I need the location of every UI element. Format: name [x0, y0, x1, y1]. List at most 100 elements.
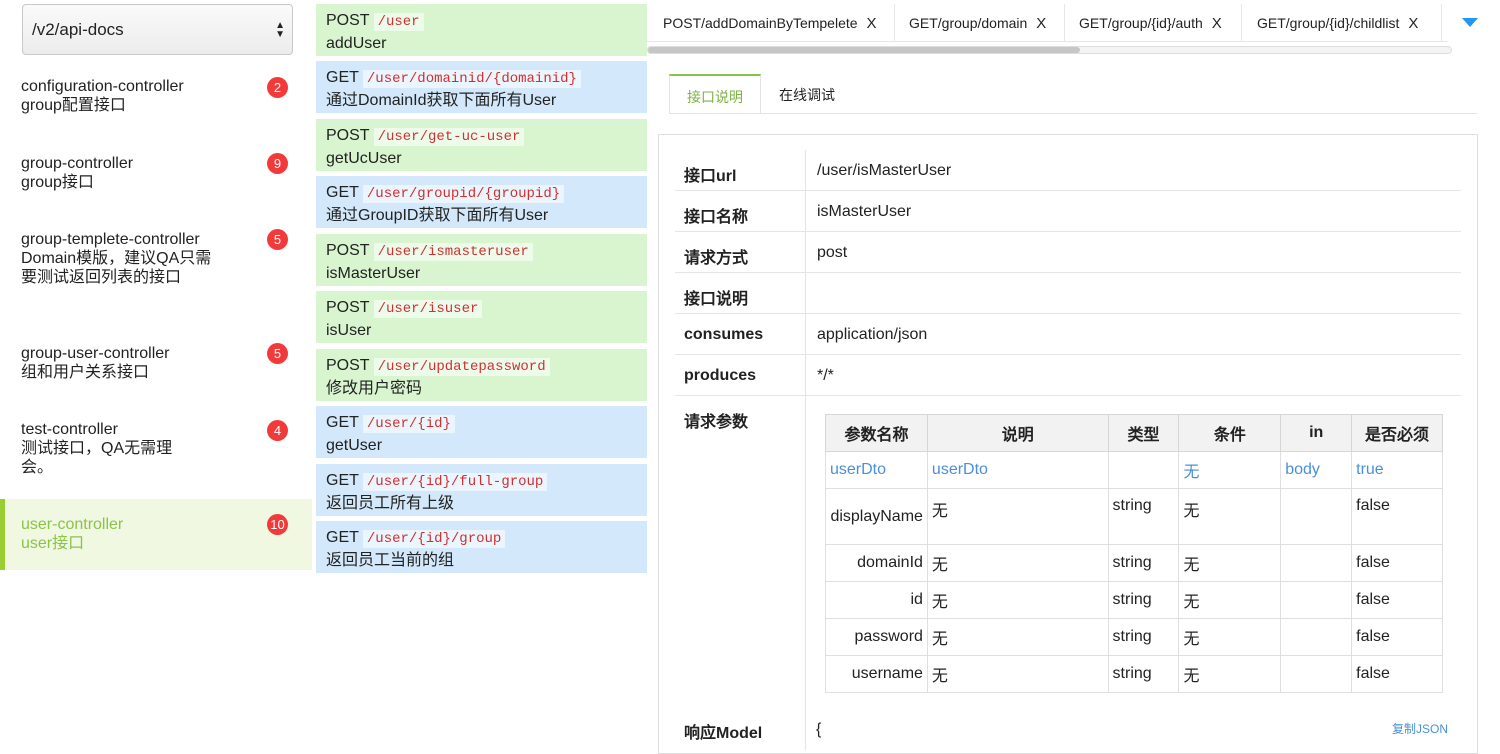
params-table: 参数名称 说明 类型 条件 in 是否必须 userDto userDto 无 … — [825, 414, 1443, 693]
controller-desc: Domain模版，建议QA只需要测试返回列表的接口 — [21, 250, 212, 286]
tab-doc[interactable]: 接口说明 — [669, 74, 761, 114]
scrollbar-thumb[interactable] — [648, 47, 1080, 53]
param-in — [1280, 655, 1353, 693]
param-name: domainId — [825, 544, 928, 582]
api-desc: 返回员工当前的组 — [326, 552, 455, 569]
open-tab-label: GET/group/{id}/childlist — [1257, 15, 1400, 31]
api-item[interactable]: POST/user addUser — [316, 4, 647, 56]
controller-name: group-templete-controller — [21, 231, 200, 248]
table-row: domainId 无 string 无 false — [825, 544, 1443, 582]
param-type — [1107, 451, 1180, 489]
param-required: false — [1351, 544, 1443, 582]
api-path: /user — [373, 13, 424, 31]
api-method: GET — [326, 184, 359, 201]
controller-desc: user接口 — [21, 535, 85, 552]
info-key: produces — [684, 367, 757, 384]
api-path: /user/groupid/{groupid} — [362, 185, 565, 203]
api-method: POST — [326, 12, 370, 29]
api-item[interactable]: GET/user/{id}/full-group 返回员工所有上级 — [316, 464, 647, 516]
api-desc: 修改用户密码 — [326, 380, 423, 397]
param-required: true — [1351, 451, 1443, 489]
close-icon[interactable]: X — [1036, 15, 1046, 32]
api-item[interactable]: POST/user/ismasteruser isMasterUser — [316, 234, 647, 286]
copy-json-link[interactable]: 复制JSON — [1392, 720, 1448, 737]
select-updown-icon: ▲ ▼ — [275, 20, 285, 40]
param-condition: 无 — [1178, 581, 1282, 619]
api-desc: isUser — [326, 322, 372, 339]
table-row[interactable]: userDto userDto 无 body true — [825, 451, 1443, 489]
controller-item-test[interactable]: test-controller 测试接口，QA无需理会。 — [0, 420, 200, 480]
api-item[interactable]: GET/user/{id} getUser — [316, 406, 647, 458]
open-tab[interactable]: GET/group/domain X — [895, 4, 1065, 41]
count-badge: 10 — [267, 514, 288, 535]
param-desc: 无 — [926, 581, 1109, 619]
api-method: GET — [326, 529, 359, 546]
info-key: 接口url — [684, 168, 737, 185]
controller-name: test-controller — [21, 421, 118, 438]
param-condition: 无 — [1178, 451, 1282, 489]
count-badge: 9 — [267, 153, 288, 174]
param-in — [1280, 488, 1353, 545]
api-docs-select[interactable]: /v2/api-docs ▲ ▼ — [22, 4, 293, 55]
api-item[interactable]: POST/user/updatepassword 修改用户密码 — [316, 349, 647, 401]
controller-desc: group接口 — [21, 174, 94, 191]
api-method: POST — [326, 242, 370, 259]
count-badge: 2 — [267, 77, 288, 98]
response-model-label: 响应Model — [684, 725, 763, 742]
api-path: /user/isuser — [373, 300, 483, 318]
param-desc[interactable]: userDto — [926, 451, 1109, 489]
controller-item-configuration[interactable]: configuration-controller group配置接口 — [0, 77, 312, 125]
api-path: /user/ismasteruser — [373, 243, 533, 261]
api-method: POST — [326, 299, 370, 316]
close-icon[interactable]: X — [1408, 15, 1418, 32]
column-header: 参数名称 — [825, 414, 928, 452]
param-in — [1280, 544, 1353, 582]
param-in — [1280, 618, 1353, 656]
api-desc: isMasterUser — [326, 265, 421, 282]
param-desc: 无 — [926, 618, 1109, 656]
open-tab[interactable]: POST/addDomainByTempelete X — [647, 4, 895, 41]
param-name: password — [825, 618, 928, 656]
api-item[interactable]: GET/user/{id}/group 返回员工当前的组 — [316, 521, 647, 573]
param-type: string — [1107, 581, 1180, 619]
controller-item-user[interactable]: user-controller user接口 — [0, 499, 312, 570]
param-type: string — [1107, 618, 1180, 656]
table-row: username 无 string 无 false — [825, 655, 1443, 693]
param-required: false — [1351, 488, 1443, 545]
info-row-desc: 接口说明 — [675, 273, 1461, 314]
param-required: false — [1351, 655, 1443, 693]
close-icon[interactable]: X — [1212, 15, 1222, 32]
info-value: /user/isMasterUser — [817, 162, 952, 179]
api-docs-select-value: /v2/api-docs — [32, 20, 124, 39]
param-name[interactable]: userDto — [825, 451, 928, 489]
api-item[interactable]: GET/user/groupid/{groupid} 通过GroupID获取下面… — [316, 176, 647, 228]
tab-debug[interactable]: 在线调试 — [765, 74, 849, 114]
open-tab[interactable]: GET/group/{id}/auth X — [1065, 4, 1242, 41]
param-desc: 无 — [926, 544, 1109, 582]
column-header: 条件 — [1178, 414, 1282, 452]
info-value: post — [817, 244, 848, 261]
controller-item-group[interactable]: group-controller group接口 — [0, 154, 312, 202]
api-item[interactable]: POST/user/isuser isUser — [316, 291, 647, 343]
param-type: string — [1107, 544, 1180, 582]
controller-item-group-user[interactable]: group-user-controller 组和用户关系接口 — [0, 344, 312, 392]
param-desc: 无 — [926, 655, 1109, 693]
api-path: /user/{id} — [362, 415, 455, 433]
api-info-card: 接口url /user/isMasterUser 接口名称 isMasterUs… — [658, 134, 1478, 754]
api-item[interactable]: GET/user/domainid/{domainid} 通过DomainId获… — [316, 61, 647, 113]
chevron-down-icon[interactable] — [1462, 18, 1478, 27]
param-in: body — [1280, 451, 1353, 489]
api-item[interactable]: POST/user/get-uc-user getUcUser — [316, 119, 647, 171]
controller-item-group-templete[interactable]: group-templete-controller Domain模版，建议QA只… — [0, 230, 215, 310]
close-icon[interactable]: X — [867, 15, 877, 32]
open-tab[interactable]: GET/group/{id}/childlist X — [1242, 4, 1442, 41]
api-method: GET — [326, 414, 359, 431]
param-condition: 无 — [1178, 655, 1282, 693]
api-path: /user/{id}/group — [362, 530, 506, 548]
info-row-name: 接口名称 isMasterUser — [675, 191, 1461, 232]
api-desc: 通过GroupID获取下面所有User — [326, 207, 549, 224]
param-condition: 无 — [1178, 618, 1282, 656]
info-key: 接口说明 — [684, 291, 749, 308]
api-path: /user/{id}/full-group — [362, 473, 548, 491]
tabs-scrollbar[interactable] — [647, 46, 1452, 54]
